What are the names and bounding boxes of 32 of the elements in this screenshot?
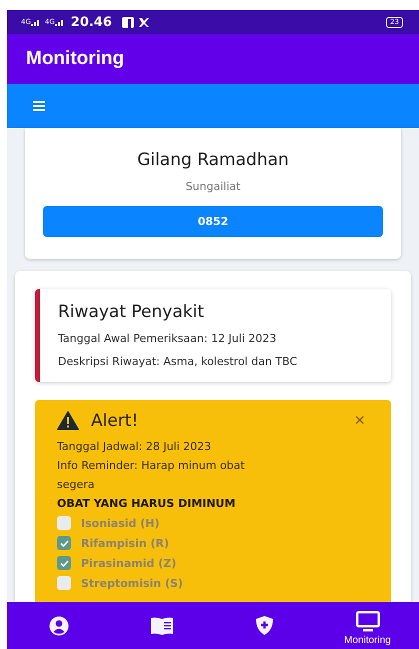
profile-name: Gilang Ramadhan (137, 150, 289, 170)
profile-location: Sungailiat (186, 180, 240, 193)
person-icon (48, 616, 68, 636)
alert-title: Alert! (91, 410, 138, 430)
history-text: Deskripsi Riwayat: Asma, kolestrol dan TBC (58, 355, 298, 368)
monitor-icon (356, 611, 380, 632)
alert-text: Info Reminder: Harap minum obat segera (57, 458, 246, 493)
square-app-icon (122, 16, 134, 28)
alert-text: Tanggal Jadwal: 28 Juli 2023 (57, 439, 212, 455)
checkbox[interactable] (57, 556, 71, 570)
app-title: Monitoring (26, 48, 124, 70)
history-title: Riwayat Penyakit (58, 302, 205, 322)
checkbox[interactable] (57, 536, 71, 550)
signal-icon (30, 18, 41, 26)
menu-icon (33, 101, 45, 111)
medicine-label: Isoniasid (H) (81, 516, 160, 530)
checkbox[interactable] (57, 576, 71, 590)
warning-icon (57, 411, 79, 430)
close-button[interactable]: × (350, 410, 369, 431)
checkbox[interactable] (57, 516, 71, 530)
signal-icon (54, 18, 65, 26)
check-icon (60, 540, 68, 546)
medicine-label: Rifampisin (R) (81, 536, 170, 550)
shield-plus-icon (256, 616, 273, 635)
book-icon (150, 616, 172, 634)
status-time: 20.46 (70, 14, 112, 30)
medicine-label: Streptomisin (S) (81, 576, 183, 590)
medicine-label: Pirasinamid (Z) (81, 556, 176, 570)
history-text: Tanggal Awal Pemeriksaan: 12 Juli 2023 (58, 332, 278, 345)
phone-button[interactable]: 0852 (43, 206, 383, 237)
check-icon (60, 560, 68, 566)
alert-heading: OBAT YANG HARUS DIMINUM (57, 496, 236, 512)
